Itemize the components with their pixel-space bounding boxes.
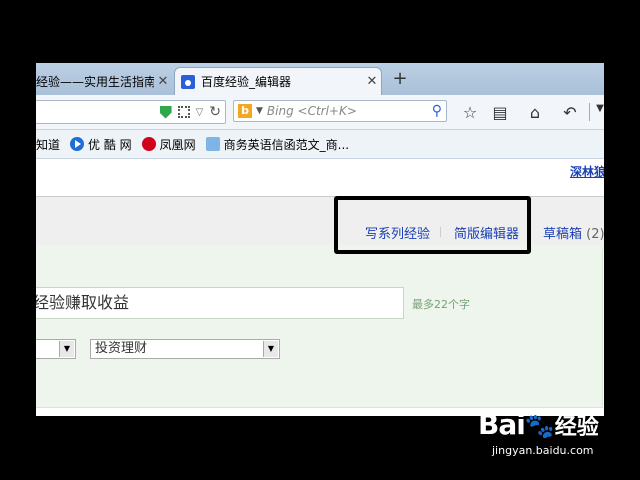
- bookmarks-bar: 知道 优 酷 网 凤凰网 商务英语信函范文_商...: [36, 130, 604, 159]
- ifeng-icon: [141, 137, 156, 151]
- bookmark-star-icon[interactable]: ☆: [460, 103, 480, 122]
- bookmark-business-english[interactable]: 商务英语信函范文_商...: [205, 136, 350, 153]
- bookmark-label: 优 酷 网: [88, 137, 132, 152]
- title-length-hint: 最多22个字: [412, 298, 470, 311]
- tab-editor[interactable]: 百度经验_编辑器 ✕: [174, 67, 382, 95]
- close-icon[interactable]: ✕: [154, 74, 172, 89]
- search-input[interactable]: Bing <Ctrl+K>: [267, 104, 432, 118]
- bookmark-label: 知道: [36, 137, 61, 152]
- select-value: 投资理财: [95, 341, 148, 356]
- baidu-jingyan-watermark: Bai🐾经验 jingyan.baidu.com: [478, 408, 599, 457]
- search-icon[interactable]: ⚲: [432, 103, 442, 119]
- category-select-primary[interactable]: ▼: [36, 339, 76, 359]
- new-tab-button[interactable]: +: [390, 69, 410, 89]
- editor-panel: [36, 249, 603, 408]
- bookmark-youku[interactable]: 优 酷 网: [70, 136, 132, 153]
- qr-code-icon[interactable]: [177, 106, 190, 118]
- watermark-logo: Bai: [478, 408, 526, 441]
- tab-label: 经验——实用生活指南: [36, 74, 154, 89]
- tab-label: 百度经验_编辑器: [201, 75, 292, 89]
- user-link[interactable]: 深林狼神: [570, 163, 604, 180]
- bookmark-label: 商务英语信函范文_商...: [223, 137, 350, 152]
- highlight-box: [334, 196, 531, 254]
- tab-drafts[interactable]: 草稿箱 (2): [543, 223, 605, 242]
- watermark-url: jingyan.baidu.com: [492, 444, 594, 457]
- navigation-bar: ▽ ↻ b ▼ Bing <Ctrl+K> ⚲ ☆ ▤ ⌂ ↶ ▼: [36, 95, 604, 130]
- bookmark-label: 凤凰网: [159, 137, 196, 152]
- baidu-paw-icon: [181, 74, 195, 89]
- reading-list-icon[interactable]: ▤: [490, 103, 510, 122]
- close-icon[interactable]: ✕: [363, 74, 381, 89]
- youku-icon: [70, 137, 85, 151]
- home-icon[interactable]: ⌂: [525, 103, 545, 122]
- paw-icon: 🐾: [524, 412, 555, 440]
- chevron-down-icon[interactable]: ▼: [59, 341, 74, 357]
- bookmark-ifeng[interactable]: 凤凰网: [141, 136, 196, 153]
- tab-drafts-label: 草稿箱: [543, 227, 583, 242]
- back-icon[interactable]: ↶: [560, 103, 580, 122]
- search-engine-dropdown-icon[interactable]: ▼: [256, 106, 263, 116]
- dropdown-arrow-icon[interactable]: ▽: [196, 107, 204, 118]
- url-bar[interactable]: ▽ ↻: [36, 100, 226, 124]
- watermark-logo-cn: 经验: [554, 415, 599, 440]
- reload-icon[interactable]: ↻: [209, 104, 221, 120]
- search-bar[interactable]: b ▼ Bing <Ctrl+K> ⚲: [233, 100, 447, 122]
- bing-icon[interactable]: b: [238, 104, 252, 118]
- chevron-down-icon[interactable]: ▼: [263, 341, 278, 357]
- en-icon: [205, 137, 220, 151]
- shield-icon[interactable]: [159, 105, 172, 119]
- tab-bar: 经验——实用生活指南 ✕ 百度经验_编辑器 ✕ +: [36, 63, 604, 95]
- drafts-count: (2): [586, 227, 605, 242]
- bookmark-zhidao[interactable]: 知道: [36, 136, 60, 153]
- more-dropdown-icon[interactable]: ▼: [590, 103, 604, 114]
- category-select-secondary[interactable]: 投资理财 ▼: [90, 339, 280, 359]
- tab-jingyan-home[interactable]: 经验——实用生活指南 ✕: [36, 67, 172, 95]
- title-input[interactable]: 经验赚取收益: [36, 287, 404, 319]
